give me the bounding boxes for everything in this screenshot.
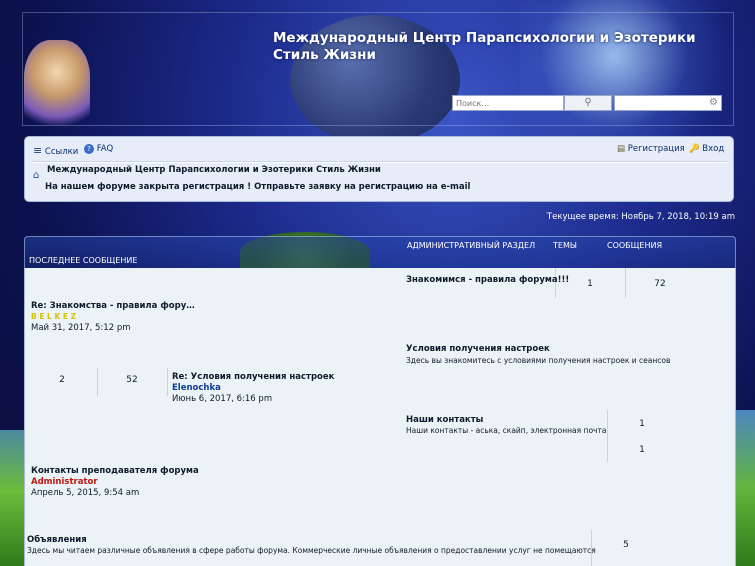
- faq-label: FAQ: [96, 144, 114, 154]
- site-title[interactable]: Международный Центр Парапсихологии и Эзо…: [273, 30, 723, 64]
- column-divider: [167, 368, 168, 396]
- forum-posts-count: 1: [639, 445, 645, 455]
- current-time: Текущее время: Ноябрь 7, 2018, 10:19 am: [546, 212, 735, 222]
- last-post-date: Апрель 5, 2015, 9:54 am: [31, 488, 140, 498]
- forum-topics-count: 2: [59, 375, 65, 385]
- forum-posts-count: 52: [126, 375, 138, 385]
- forum-posts-count: 72: [654, 279, 666, 289]
- navbar: ≡ Ссылки ? FAQ ▤ Регистрация 🔑 Вход ⌂ Ме…: [24, 136, 734, 202]
- last-post-date: Май 31, 2017, 5:12 pm: [31, 323, 131, 333]
- forum-description: Здесь вы знакомитесь с условиями получен…: [406, 356, 671, 365]
- posts-header: Сообщения: [607, 241, 663, 250]
- column-divider: [607, 410, 608, 462]
- breadcrumb[interactable]: Международный Центр Парапсихологии и Эзо…: [47, 165, 381, 175]
- search-icon: ⚲: [584, 97, 592, 108]
- last-post-user[interactable]: Administrator: [31, 477, 98, 487]
- goddess-logo-image: [24, 40, 90, 132]
- column-divider: [625, 268, 626, 298]
- forum-topics-count: 5: [623, 540, 629, 550]
- search-bar: ⚲ ⚙: [452, 95, 722, 111]
- forum-description: Наши контакты - аська, скайп, электронна…: [406, 426, 607, 435]
- last-post-user[interactable]: Elenochka: [172, 383, 221, 393]
- key-icon: 🔑: [689, 144, 700, 154]
- register-label: Регистрация: [627, 144, 685, 154]
- links-label: Ссылки: [44, 147, 79, 157]
- home-icon[interactable]: ⌂: [33, 170, 44, 181]
- forum-title[interactable]: Условия получения настроек: [406, 344, 550, 354]
- forum-category-header: Административный раздел Темы Сообщения П…: [24, 236, 736, 269]
- search-input[interactable]: [452, 95, 564, 111]
- category-title[interactable]: Административный раздел: [407, 241, 535, 250]
- forum-topics-count: 1: [587, 279, 593, 289]
- help-icon: ?: [84, 144, 94, 154]
- forum-topics-count: 1: [639, 419, 645, 429]
- last-post-title[interactable]: Re: Условия получения настроек: [172, 372, 334, 382]
- forum-title[interactable]: Знакомимся - правила форума!!!: [406, 275, 569, 285]
- column-divider: [97, 368, 98, 396]
- last-post-title[interactable]: Контакты преподавателя форума: [31, 466, 199, 476]
- forum-description: Здесь мы читаем различные объявления в с…: [27, 546, 596, 555]
- last-post-user[interactable]: B E L K E Z: [31, 312, 76, 321]
- last-post-title[interactable]: Re: Знакомства - правила фору…: [31, 301, 195, 311]
- faq-link[interactable]: ? FAQ: [84, 144, 113, 154]
- clipboard-icon: ▤: [617, 144, 626, 154]
- login-label: Вход: [702, 144, 725, 154]
- forum-title[interactable]: Объявления: [27, 535, 87, 545]
- gear-icon[interactable]: ⚙: [709, 97, 718, 108]
- forum-list: Знакомимся - правила форума!!! 1 72 Re: …: [24, 268, 736, 566]
- announcement-text: На нашем форуме закрыта регистрация ! От…: [45, 182, 471, 192]
- nav-top-row: ≡ Ссылки ? FAQ ▤ Регистрация 🔑 Вход: [33, 142, 727, 158]
- hamburger-icon: ≡: [33, 144, 43, 157]
- login-link[interactable]: 🔑 Вход: [689, 144, 724, 154]
- topics-header: Темы: [553, 241, 577, 250]
- register-link[interactable]: ▤ Регистрация: [617, 144, 685, 154]
- advanced-search-box[interactable]: ⚙: [614, 95, 722, 111]
- search-button[interactable]: ⚲: [564, 95, 612, 111]
- forum-title[interactable]: Наши контакты: [406, 415, 483, 425]
- last-post-header: Последнее сообщение: [29, 256, 138, 265]
- links-menu[interactable]: ≡ Ссылки: [33, 144, 78, 157]
- last-post-date: Июнь 6, 2017, 6:16 pm: [172, 394, 273, 404]
- nav-divider: [31, 161, 727, 163]
